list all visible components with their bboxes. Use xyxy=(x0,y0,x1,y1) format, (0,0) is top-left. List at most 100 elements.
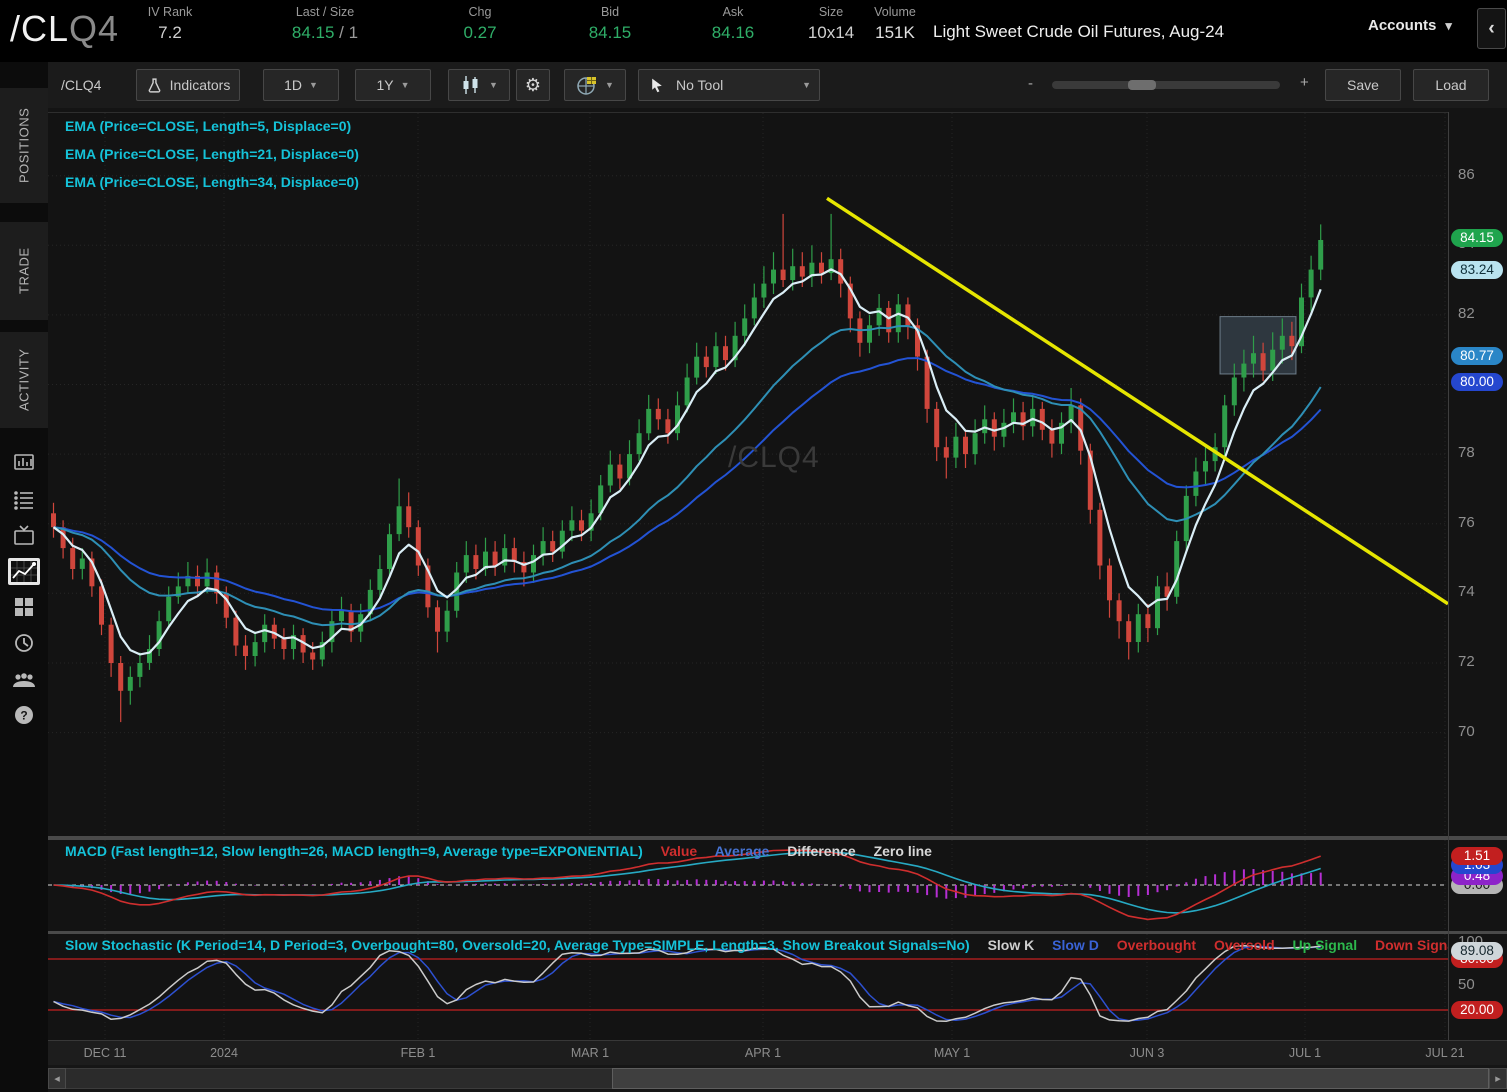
charts-icon[interactable] xyxy=(0,553,48,589)
stat-label: Volume xyxy=(855,5,935,19)
stochastic-study-label[interactable]: Slow Stochastic (K Period=14, D Period=3… xyxy=(65,937,970,953)
macd-panel[interactable]: MACD (Fast length=12, Slow length=26, MA… xyxy=(48,840,1448,931)
macd-value-label: Value xyxy=(661,843,698,859)
chevron-left-icon: ‹ xyxy=(1488,18,1494,40)
stat-value: 84.15 xyxy=(292,23,335,42)
stat-label: Chg xyxy=(420,5,540,19)
stat-value: 10x14 xyxy=(808,23,854,42)
chart-area: /CLQ4 Indicators 1D▼ 1Y▼ ▼ ⚙ ▼ No xyxy=(48,62,1507,1092)
ema5-label[interactable]: EMA (Price=CLOSE, Length=5, Displace=0) xyxy=(65,118,359,146)
macd-legend: MACD (Fast length=12, Slow length=26, MA… xyxy=(65,843,1448,859)
down-signal-label: Down Signal xyxy=(1375,937,1448,953)
ema21-label[interactable]: EMA (Price=CLOSE, Length=21, Displace=0) xyxy=(65,146,359,174)
grid-layout-dropdown[interactable]: ▼ xyxy=(564,69,626,101)
candlestick-icon xyxy=(460,75,482,95)
top-bar: /CLQ4 IV Rank 7.2 Last / Size 84.15 / 1 … xyxy=(0,0,1507,62)
chevron-down-icon: ▼ xyxy=(401,80,410,90)
indicators-button[interactable]: Indicators xyxy=(136,69,240,101)
up-signal-label: Up Signal xyxy=(1293,937,1358,953)
stat-value: 7.2 xyxy=(158,23,182,42)
stat-chg: Chg 0.27 xyxy=(420,5,540,43)
macd-zeroline-label: Zero line xyxy=(874,843,932,859)
ema34-label[interactable]: EMA (Price=CLOSE, Length=34, Displace=0) xyxy=(65,174,359,202)
symbol-root: /CL xyxy=(10,8,69,49)
scrollbar-thumb[interactable] xyxy=(612,1068,1489,1089)
overbought-label: Overbought xyxy=(1117,937,1196,953)
chevron-down-icon: ▾ xyxy=(1445,18,1452,33)
history-icon[interactable] xyxy=(0,625,48,661)
stochastic-legend: Slow Stochastic (K Period=14, D Period=3… xyxy=(65,937,1448,953)
chevron-down-icon: ▼ xyxy=(309,80,318,90)
load-button[interactable]: Load xyxy=(1413,69,1489,101)
stat-bid: Bid 84.15 xyxy=(550,5,670,43)
symbol-watermark: /CLQ4 xyxy=(728,441,820,475)
indicators-label: Indicators xyxy=(170,77,231,93)
scroll-right-arrow-icon[interactable]: ▸ xyxy=(1489,1068,1507,1089)
stochastic-panel[interactable]: Slow Stochastic (K Period=14, D Period=3… xyxy=(48,934,1448,1040)
gear-icon: ⚙ xyxy=(525,75,541,96)
stat-volume: Volume 151K xyxy=(855,5,935,43)
stat-value: 84.15 xyxy=(589,23,632,42)
save-button[interactable]: Save xyxy=(1325,69,1401,101)
sidebar-tab-trade[interactable]: TRADE xyxy=(0,222,48,320)
left-sidebar: POSITIONS TRADE ACTIVITY xyxy=(0,62,48,1092)
quote-board-icon[interactable] xyxy=(0,445,48,481)
drawing-tool-dropdown[interactable]: No Tool ▼ xyxy=(638,69,820,101)
candlestick-chart-canvas[interactable] xyxy=(48,113,1448,842)
help-icon[interactable]: ? xyxy=(0,697,48,733)
active-tool-highlight xyxy=(8,558,40,585)
grid-icon[interactable] xyxy=(0,589,48,625)
tv-icon[interactable] xyxy=(0,517,48,553)
accounts-label: Accounts xyxy=(1368,17,1436,34)
community-icon[interactable] xyxy=(0,661,48,697)
toolbar-symbol: /CLQ4 xyxy=(61,77,101,93)
zoom-slider[interactable] xyxy=(1052,81,1280,89)
stat-label: Last / Size xyxy=(250,5,400,19)
macd-average-label: Average xyxy=(715,843,770,859)
price-axis[interactable]: 86848280787674727084.1583.2480.7780.000.… xyxy=(1448,112,1507,1040)
globe-grid-icon xyxy=(576,75,598,95)
stat-label: Ask xyxy=(673,5,793,19)
stat-value: 84.16 xyxy=(712,23,755,42)
slow-k-label: Slow K xyxy=(988,937,1035,953)
sidebar-icon-rail: ? xyxy=(0,445,48,733)
zoom-out-button[interactable]: - xyxy=(1028,75,1033,92)
beaker-icon xyxy=(146,77,163,94)
macd-difference-label: Difference xyxy=(787,843,855,859)
trading-platform: /CLQ4 IV Rank 7.2 Last / Size 84.15 / 1 … xyxy=(0,0,1507,1092)
stat-last-size: Last / Size 84.15 / 1 xyxy=(250,5,400,43)
symbol-display[interactable]: /CLQ4 xyxy=(10,8,119,50)
macd-study-label[interactable]: MACD (Fast length=12, Slow length=26, MA… xyxy=(65,843,643,859)
stat-label: Bid xyxy=(550,5,670,19)
sidebar-tab-activity[interactable]: ACTIVITY xyxy=(0,332,48,428)
zoom-in-button[interactable]: + xyxy=(1300,74,1309,91)
sidebar-tab-positions[interactable]: POSITIONS xyxy=(0,88,48,203)
range-dropdown[interactable]: 1Y▼ xyxy=(355,69,431,101)
stat-extra: / 1 xyxy=(334,23,358,42)
cursor-icon xyxy=(649,76,665,94)
stat-label: IV Rank xyxy=(110,5,230,19)
time-axis[interactable]: DEC 112024FEB 1MAR 1APR 1MAY 1JUN 3JUL 1… xyxy=(48,1040,1507,1065)
contract-title: Light Sweet Crude Oil Futures, Aug-24 xyxy=(933,22,1224,42)
ema-study-labels: EMA (Price=CLOSE, Length=5, Displace=0) … xyxy=(65,118,359,202)
chart-type-dropdown[interactable]: ▼ xyxy=(448,69,510,101)
collapse-panel-button[interactable]: ‹ xyxy=(1477,8,1506,49)
main-price-panel[interactable]: EMA (Price=CLOSE, Length=5, Displace=0) … xyxy=(48,112,1448,836)
zoom-slider-handle[interactable] xyxy=(1128,80,1156,90)
accounts-menu[interactable]: Accounts ▾ xyxy=(1368,17,1452,34)
chevron-down-icon: ▼ xyxy=(802,80,811,90)
scroll-left-arrow-icon[interactable]: ◂ xyxy=(48,1068,66,1089)
stat-ask: Ask 84.16 xyxy=(673,5,793,43)
stat-iv-rank: IV Rank 7.2 xyxy=(110,5,230,43)
chart-settings-button[interactable]: ⚙ xyxy=(516,69,550,101)
tool-label: No Tool xyxy=(676,77,795,93)
oversold-label: Oversold xyxy=(1214,937,1275,953)
chevron-down-icon: ▼ xyxy=(489,80,498,90)
slow-d-label: Slow D xyxy=(1052,937,1099,953)
chevron-down-icon: ▼ xyxy=(605,80,614,90)
svg-text:?: ? xyxy=(20,709,27,723)
timeframe-dropdown[interactable]: 1D▼ xyxy=(263,69,339,101)
chart-hscrollbar: ◂ ▸ xyxy=(48,1065,1507,1092)
stat-value: 151K xyxy=(875,23,915,42)
watchlist-icon[interactable] xyxy=(0,481,48,517)
